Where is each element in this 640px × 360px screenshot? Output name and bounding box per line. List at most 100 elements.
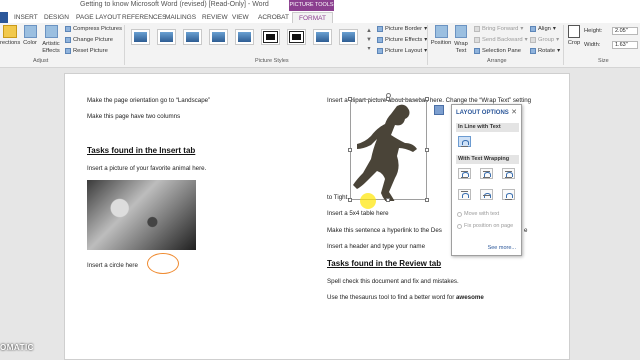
task-insert-table[interactable]: Insert a 5x4 table here <box>327 210 389 217</box>
wrap-behind-text-option[interactable] <box>480 189 493 200</box>
picture-style-3[interactable] <box>183 29 202 45</box>
color-button[interactable]: Color <box>21 25 39 46</box>
resize-handle[interactable] <box>386 97 390 101</box>
window-title: Getting to know Microsoft Word (revised)… <box>80 1 269 8</box>
selection-pane-button[interactable]: Selection Pane <box>474 48 521 54</box>
picture-border-button[interactable]: Picture Border ▾ <box>377 26 427 32</box>
layout-options-button[interactable] <box>434 105 444 115</box>
change-picture-button[interactable]: Change Picture <box>65 37 113 43</box>
layout-options-title: LAYOUT OPTIONS <box>456 110 509 116</box>
crop-button[interactable]: Crop <box>566 25 582 46</box>
insert-tab-heading[interactable]: Tasks found in the Insert tab <box>87 146 195 155</box>
wrap-through-option[interactable] <box>502 168 515 179</box>
picture-style-6[interactable] <box>261 29 280 45</box>
tab-page-layout[interactable]: PAGE LAYOUT <box>76 12 121 23</box>
layout-icon <box>377 48 383 54</box>
layout-options-pane: LAYOUT OPTIONS ✕ In Line with Text With … <box>451 104 522 256</box>
mouse-cursor-highlight <box>360 193 376 209</box>
tab-insert[interactable]: INSERT <box>14 12 38 23</box>
see-more-link[interactable]: See more... <box>488 245 516 251</box>
width-input[interactable]: 1.63" <box>612 41 638 49</box>
wrap-text-button[interactable]: Wrap Text <box>453 25 469 55</box>
task-two-columns[interactable]: Make this page have two columns <box>87 113 180 120</box>
separator <box>427 25 428 65</box>
position-button[interactable]: Position <box>430 25 452 46</box>
baseball-clipart-selection[interactable] <box>350 99 427 205</box>
resize-handle[interactable] <box>425 97 429 101</box>
group-button[interactable]: Group ▾ <box>530 37 559 43</box>
picture-style-8[interactable] <box>313 29 332 45</box>
task-header[interactable]: Insert a header and type your name <box>327 243 425 250</box>
picture-style-1[interactable] <box>131 29 150 45</box>
bring-forward-button[interactable]: Bring Forward ▾ <box>474 26 523 32</box>
compress-pictures-button[interactable]: Compress Pictures <box>65 26 122 32</box>
picture-styles-group-label: Picture Styles <box>255 58 289 64</box>
ribbon: rections Color Artistic Effects Compress… <box>0 23 640 68</box>
snow-leopard-image[interactable] <box>87 180 196 250</box>
tab-format[interactable]: FORMAT <box>292 12 333 23</box>
tab-mailings[interactable]: MAILINGS <box>165 12 196 23</box>
inline-with-text-header: In Line with Text <box>456 123 519 132</box>
orange-circle-shape[interactable] <box>147 253 179 274</box>
picture-layout-button[interactable]: Picture Layout ▾ <box>377 48 427 54</box>
wrap-text-icon <box>455 25 467 38</box>
tab-acrobat[interactable]: ACROBAT <box>258 12 289 23</box>
tab-references[interactable]: REFERENCES <box>122 12 166 23</box>
picture-tools-group: PICTURE TOOLS <box>289 0 334 11</box>
move-with-text-option[interactable]: Move with text <box>457 211 499 217</box>
task-tight-wrap[interactable]: to Tight. <box>327 194 349 201</box>
task-hyperlink[interactable]: Make this sentence a hyperlink to the De… <box>327 227 442 234</box>
resize-handle[interactable] <box>348 97 352 101</box>
picture-style-7[interactable] <box>287 29 306 45</box>
styles-scroll[interactable]: ▲ ▼ ▾ <box>366 27 372 54</box>
tab-file[interactable] <box>0 12 8 23</box>
task-hyperlink-tail[interactable]: e <box>524 227 527 234</box>
resize-handle[interactable] <box>348 148 352 152</box>
task-insert-picture[interactable]: Insert a picture of your favorite animal… <box>87 165 206 172</box>
fix-position-option[interactable]: Fix position on page <box>457 223 517 230</box>
resize-handle[interactable] <box>425 198 429 202</box>
resize-handle[interactable] <box>386 198 390 202</box>
with-text-wrapping-header: With Text Wrapping <box>456 155 519 164</box>
picture-style-4[interactable] <box>209 29 228 45</box>
compress-icon <box>65 26 71 32</box>
resize-handle[interactable] <box>425 148 429 152</box>
title-bar: Getting to know Microsoft Word (revised)… <box>0 0 640 11</box>
review-tab-heading[interactable]: Tasks found in the Review tab <box>327 259 441 268</box>
send-backward-icon <box>474 37 480 43</box>
picture-style-9[interactable] <box>339 29 358 45</box>
corrections-button[interactable]: rections <box>0 25 20 46</box>
picture-effects-button[interactable]: Picture Effects ▾ <box>377 37 427 43</box>
wrap-square-option[interactable] <box>458 168 471 179</box>
wrap-top-bottom-option[interactable] <box>458 189 471 200</box>
task-landscape[interactable]: Make the page orientation go to “Landsca… <box>87 97 210 104</box>
send-backward-button[interactable]: Send Backward ▾ <box>474 37 528 43</box>
reset-picture-button[interactable]: Reset Picture <box>65 48 108 54</box>
picture-style-2[interactable] <box>157 29 176 45</box>
close-icon[interactable]: ✕ <box>511 108 517 116</box>
arrange-group-label: Arrange <box>487 58 507 64</box>
height-input[interactable]: 2.05" <box>612 27 638 35</box>
watermark-logo: OMATIC <box>0 343 34 352</box>
wrap-inline-option[interactable] <box>458 136 471 147</box>
color-icon <box>23 25 37 38</box>
sun-icon <box>3 25 17 38</box>
width-control: Width: <box>584 42 601 48</box>
task-thesaurus[interactable]: Use the thesaurus tool to find a better … <box>327 294 484 301</box>
task-spell-check[interactable]: Spell check this document and fix and mi… <box>327 278 459 285</box>
wrap-tight-option[interactable] <box>480 168 493 179</box>
tab-review[interactable]: REVIEW <box>202 12 228 23</box>
picture-style-5[interactable] <box>235 29 254 45</box>
rotate-icon <box>530 48 536 54</box>
tab-view[interactable]: VIEW <box>232 12 249 23</box>
separator <box>124 25 125 65</box>
task-insert-circle[interactable]: Insert a circle here <box>87 262 138 269</box>
separator <box>563 25 564 65</box>
group-icon <box>530 37 536 43</box>
align-button[interactable]: Align ▾ <box>530 26 556 32</box>
tab-design[interactable]: DESIGN <box>44 12 69 23</box>
artistic-effects-button[interactable]: Artistic Effects <box>40 25 62 55</box>
rotate-button[interactable]: Rotate ▾ <box>530 48 560 54</box>
wrap-in-front-option[interactable] <box>502 189 515 200</box>
crop-icon <box>568 25 580 38</box>
